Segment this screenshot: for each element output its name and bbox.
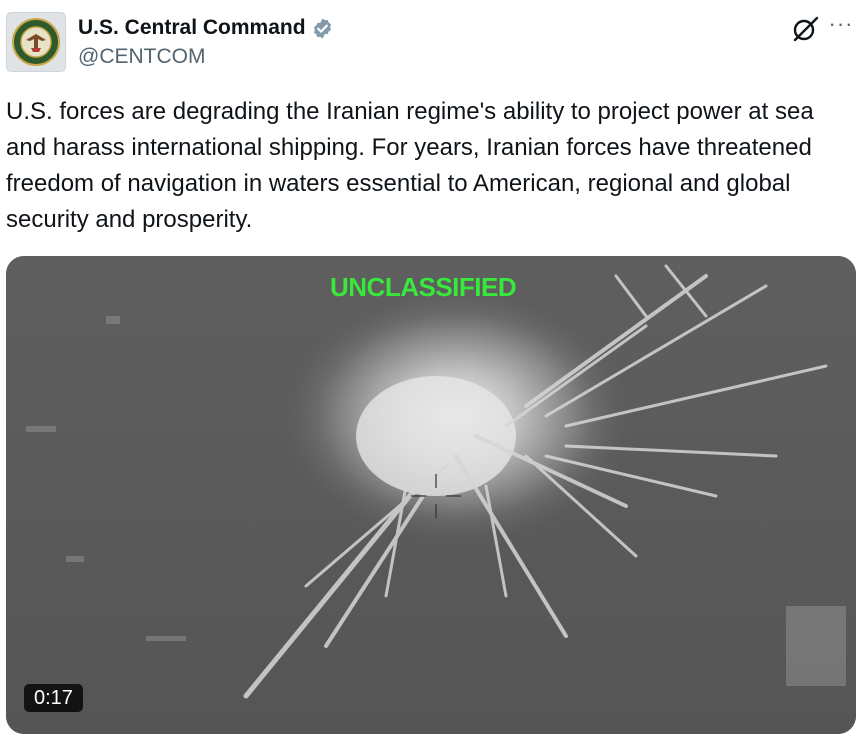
author-handle[interactable]: @CENTCOM (78, 44, 205, 70)
video-duration-badge: 0:17 (24, 684, 83, 712)
more-options-button[interactable]: ··· (827, 13, 855, 42)
grok-icon[interactable] (791, 15, 819, 43)
video-frame (6, 256, 856, 734)
tweet-text: U.S. forces are degrading the Iranian re… (6, 98, 814, 233)
avatar[interactable] (6, 12, 66, 72)
video-player[interactable]: UNCLASSIFIED 0:17 (6, 256, 856, 734)
unclassified-label: UNCLASSIFIED (330, 272, 517, 302)
author-name[interactable]: U.S. Central Command (78, 15, 306, 41)
centcom-seal-icon (12, 18, 60, 66)
verified-badge-icon (311, 17, 334, 40)
tweet-header: U.S. Central Command @CENTCOM ··· (6, 12, 857, 72)
